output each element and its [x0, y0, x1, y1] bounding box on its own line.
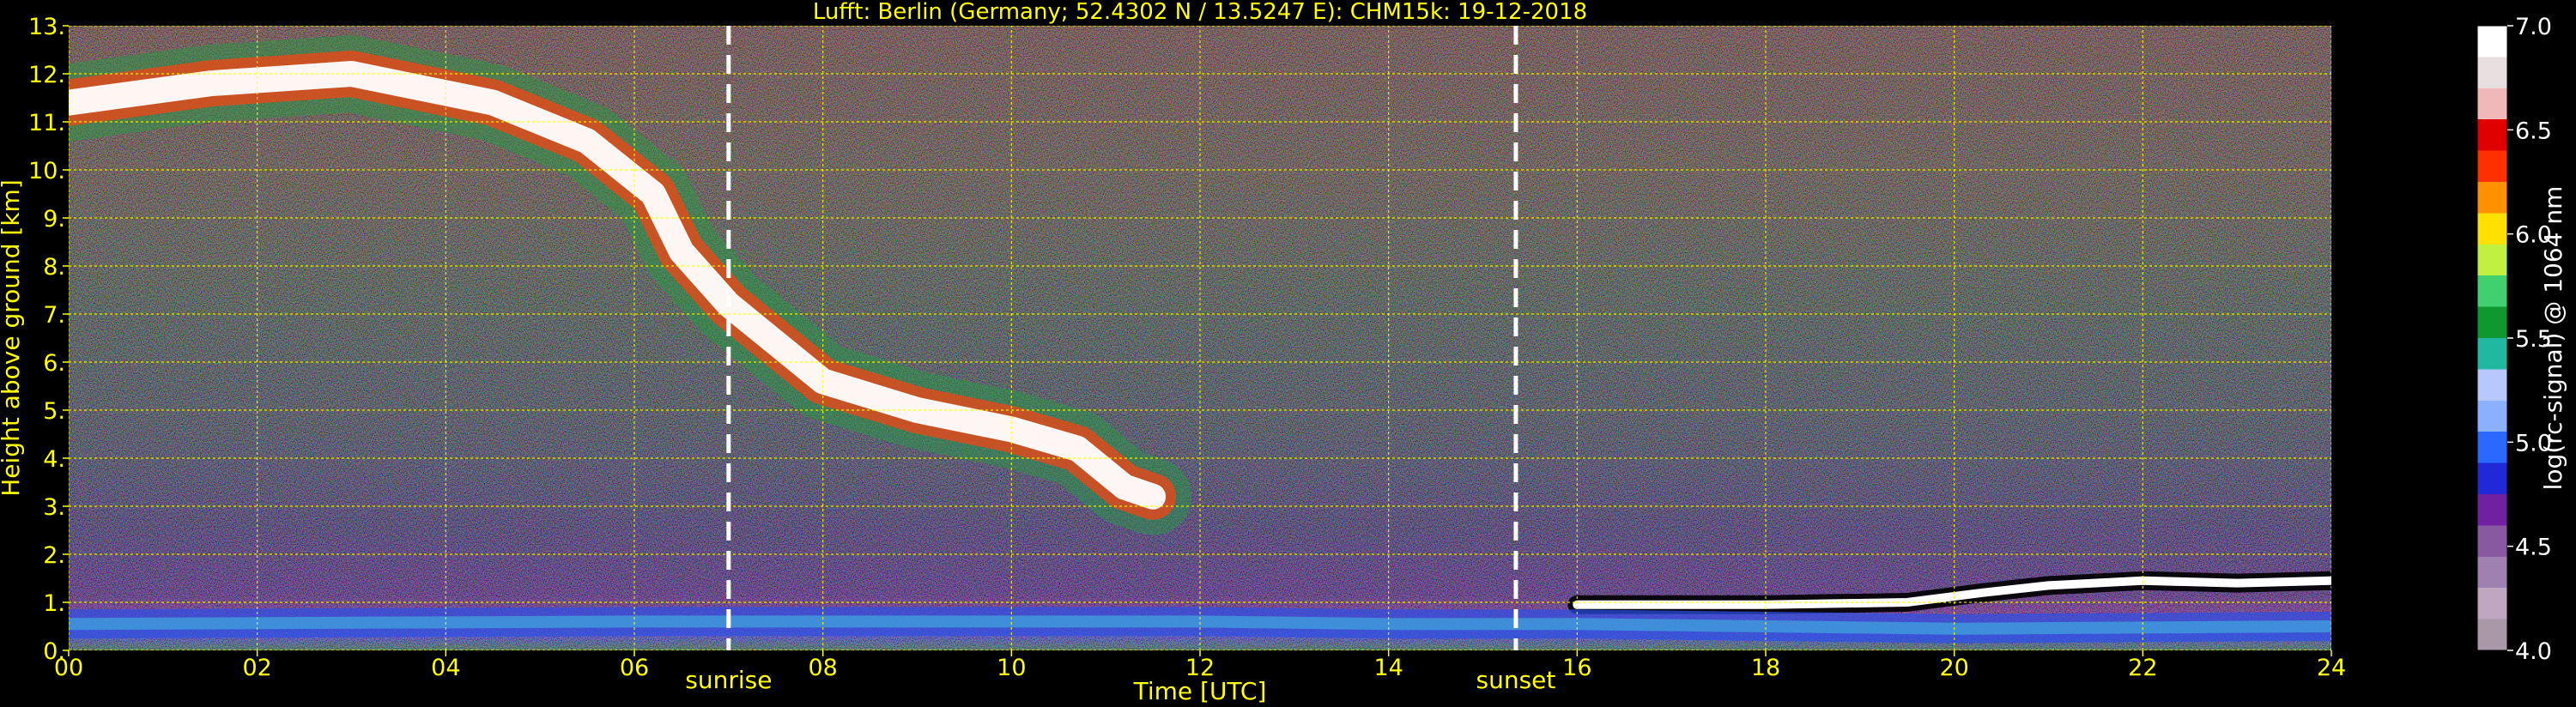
y-tick-label: 12.: [28, 62, 65, 88]
y-tick-label: 11.: [28, 110, 65, 136]
x-tick-label: 08: [808, 655, 837, 681]
colorbar-tick-label: 6.5: [2515, 118, 2552, 144]
y-tick-label: 0.: [43, 638, 65, 665]
y-tick-label: 5.: [43, 398, 65, 425]
y-axis-label: Height above ground [km]: [0, 179, 25, 497]
y-tick-label: 1.: [43, 590, 65, 617]
ceilometer-chart: 00 02 04 06 08 10 12 14 16 18 20 22 24 0.1.2.3.4.5.6…: [0, 0, 2567, 705]
y-tick-label: 9.: [43, 206, 65, 233]
colorbar-tick-label: 4.0: [2515, 638, 2552, 665]
x-tick-label: 04: [431, 655, 460, 681]
y-tick-label: 8.: [43, 254, 65, 281]
x-tick-label: 06: [620, 655, 649, 681]
x-tick-label: 02: [242, 655, 271, 681]
y-tick-label: 4.: [43, 446, 65, 473]
colorbar-tick-label: 4.5: [2515, 535, 2552, 561]
x-tick-label: 24: [2317, 655, 2346, 681]
chart-title: Lufft: Berlin (Germany; 52.4302 N / 13.5…: [813, 0, 1587, 25]
colorbar-strip: [2476, 25, 2508, 651]
sunset-label: sunset: [1476, 666, 1556, 694]
y-tick-label: 3.: [43, 494, 65, 521]
x-tick-label: 16: [1562, 655, 1591, 681]
y-tick-label: 6.: [43, 350, 65, 377]
colorbar: 4.04.55.05.56.06.57.0 log(rc-signal) @ 1…: [2476, 14, 2567, 665]
x-tick-label: 18: [1751, 655, 1780, 681]
colorbar-label: log(rc-signal) @ 1064 nm: [2539, 186, 2567, 491]
y-axis: 0. 1. 2. 3. 4. 5. 6. 7. 8. 9. 10. 11. 12. 13.: [28, 14, 69, 665]
plot-area: [69, 26, 2331, 650]
x-tick-label: 14: [1373, 655, 1403, 681]
x-tick-label: 22: [2128, 655, 2157, 681]
x-tick-label: 20: [1939, 655, 1968, 681]
y-tick-label: 10.: [28, 158, 65, 184]
x-tick-label: 10: [997, 655, 1026, 681]
y-tick-label: 13.: [28, 14, 65, 40]
sunrise-label: sunrise: [685, 666, 772, 694]
y-tick-label: 2.: [43, 542, 65, 569]
colorbar-tick-label: 7.0: [2515, 14, 2552, 40]
y-tick-label: 7.: [43, 302, 65, 329]
x-axis-label: Time [UTC]: [1133, 677, 1267, 705]
